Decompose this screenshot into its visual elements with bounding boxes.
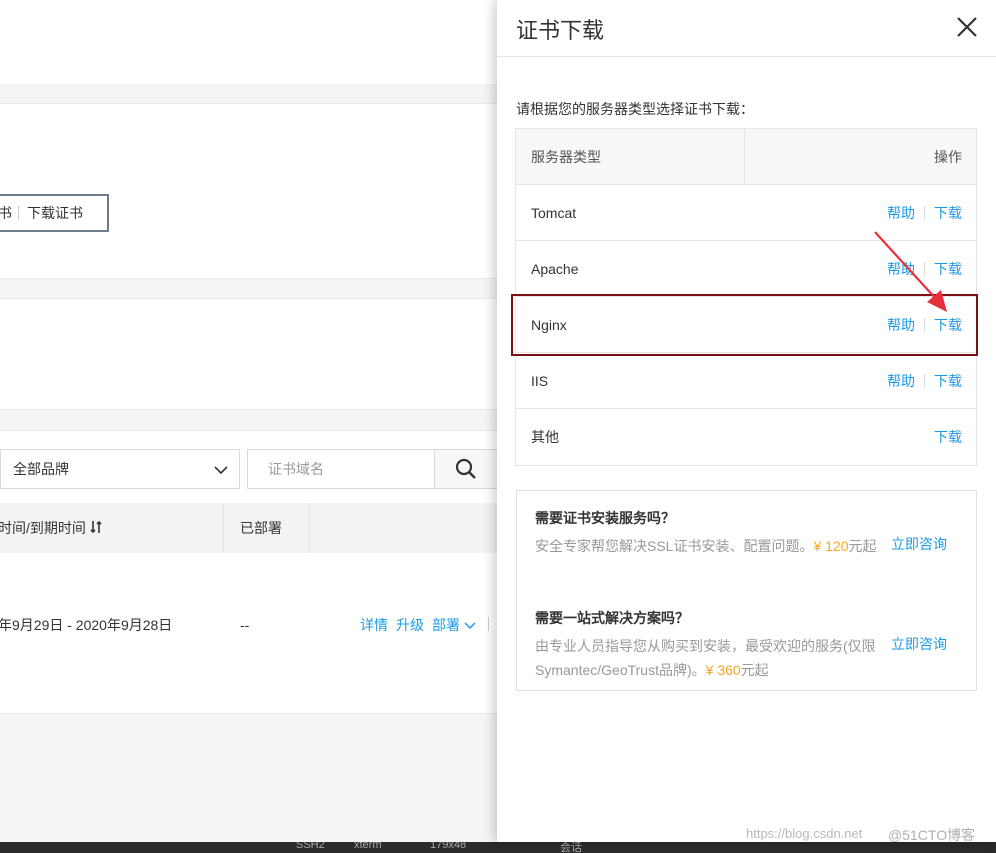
server-name: Nginx [531,316,567,333]
deploy-label: 部署 [432,617,460,633]
link-divider [924,261,925,276]
server-row-apache: Apache 帮助 下载 [516,241,976,297]
upgrade-link[interactable]: 升级 [396,615,424,635]
server-row-tomcat: Tomcat 帮助 下载 [516,185,976,241]
offer-price-suffix: 元起 [740,662,769,678]
server-row-iis: IIS 帮助 下载 [516,353,976,409]
51cto-watermark: @51CTO博客 [888,827,976,843]
download-link[interactable]: 下载 [934,315,962,335]
certificate-action-button-group[interactable]: 书 下载证书 [0,194,109,232]
brand-select-value: 全部品牌 [13,461,69,477]
chevron-down-icon [464,622,476,630]
column-header-deployed: 已部署 [224,503,310,553]
install-service-offer: 需要证书安装服务吗？ 安全专家帮您解决SSL证书安装、配置问题。¥ 120元起 … [535,508,965,558]
drawer-title: 证书下载 [516,18,605,43]
server-row-actions: 帮助 下载 [887,259,976,279]
brand-select[interactable]: 全部品牌 [0,449,240,489]
server-row-nginx: Nginx 帮助 下载 [516,297,976,353]
offer-price: ¥ 360 [705,662,741,678]
csdn-watermark: https://blog.csdn.net [746,826,863,841]
link-divider [924,317,925,332]
download-link[interactable]: 下载 [934,371,962,391]
server-row-actions: 帮助 下载 [887,203,976,223]
button-divider [18,206,19,220]
background-header [0,0,498,84]
taskbar-item[interactable]: SSH2 [296,842,325,851]
sort-icon[interactable] [90,520,102,537]
server-name: IIS [531,372,549,389]
download-link[interactable]: 下载 [934,427,962,447]
list-table-header: 时间/到期时间 已部署 [0,503,498,553]
link-divider [924,373,925,388]
column-header-server-type: 服务器类型 [516,128,745,185]
details-link[interactable]: 详情 [360,615,388,635]
one-stop-solution-offer: 需要一站式解决方案吗？ 由专业人员指导您从购买到安装，最受欢迎的服务(仅限Sym… [535,608,965,682]
offer-title: 需要证书安装服务吗？ [535,510,675,526]
consult-now-link[interactable]: 立即咨询 [891,534,947,554]
taskbar-item[interactable]: 会话 [560,842,582,853]
server-row-actions: 帮助 下载 [887,315,976,335]
help-link[interactable]: 帮助 [887,371,915,391]
server-name: Tomcat [531,204,577,221]
background-page: 书 下载证书 全部品牌 时间/到期时间 已部署 年9月29日 - 2020 [0,0,498,853]
taskbar-item[interactable]: xterm [354,842,382,851]
column-header-time-label: 时间/到期时间 [0,520,86,536]
server-type-prompt: 请根据您的服务器类型选择证书下载： [516,101,754,117]
search-icon [455,458,476,479]
link-divider [924,205,925,220]
row-deployed-value: -- [240,617,250,633]
service-offers-box: 需要证书安装服务吗？ 安全专家帮您解决SSL证书安装、配置问题。¥ 120元起 … [516,490,977,691]
help-link[interactable]: 帮助 [887,315,915,335]
offer-price: ¥ 120 [813,538,849,554]
column-header-time[interactable]: 时间/到期时间 [0,503,224,553]
search-button[interactable] [434,449,498,489]
server-row-other: 其他 下载 [516,409,976,465]
info-card [0,298,498,410]
offer-title: 需要一站式解决方案吗？ [535,610,689,626]
close-button[interactable] [954,14,980,40]
offer-price-suffix: 元起 [848,538,877,554]
chevron-down-icon [213,462,229,481]
help-link[interactable]: 帮助 [887,259,915,279]
offer-description: 安全专家帮您解决SSL证书安装、配置问题。¥ 120元起 [535,534,887,558]
certificate-action-left[interactable]: 书 [0,203,16,223]
server-name: 其他 [531,429,559,445]
server-table-header: 服务器类型 操作 [516,128,976,185]
deploy-dropdown[interactable]: 部署 [432,615,476,635]
terminal-taskbar: SSH2 xterm 179x48 会话 [0,842,996,853]
row-validity-dates: 年9月29日 - 2020年9月28日 [0,617,173,633]
download-certificate-button[interactable]: 下载证书 [27,203,83,223]
server-row-actions: 下载 [934,427,976,447]
offer-description-text: 安全专家帮您解决SSL证书安装、配置问题。 [535,538,814,554]
offer-description: 由专业人员指导您从购买到安装，最受欢迎的服务(仅限Symantec/GeoTru… [535,634,887,682]
column-header-operation: 操作 [934,148,962,165]
certificate-card: 书 下载证书 [0,103,498,279]
server-type-table: 服务器类型 操作 Tomcat 帮助 下载 Apache 帮助 下载 Nginx… [515,128,977,466]
drawer-header: 证书下载 [497,0,996,57]
certificate-list: 全部品牌 时间/到期时间 已部署 年9月29日 - 2020年9月28日 -- … [0,430,498,714]
server-row-actions: 帮助 下载 [887,371,976,391]
consult-now-link[interactable]: 立即咨询 [891,634,947,654]
close-icon [957,17,977,37]
actions-divider [488,617,489,631]
certificate-download-drawer: 证书下载 请根据您的服务器类型选择证书下载： 服务器类型 操作 Tomcat 帮… [497,0,996,842]
row-actions: 详情 升级 部署 [360,615,476,635]
domain-search-input[interactable] [247,449,435,489]
taskbar-item[interactable]: 179x48 [430,842,466,851]
server-name: Apache [531,260,579,277]
download-link[interactable]: 下载 [934,203,962,223]
download-link[interactable]: 下载 [934,259,962,279]
help-link[interactable]: 帮助 [887,203,915,223]
